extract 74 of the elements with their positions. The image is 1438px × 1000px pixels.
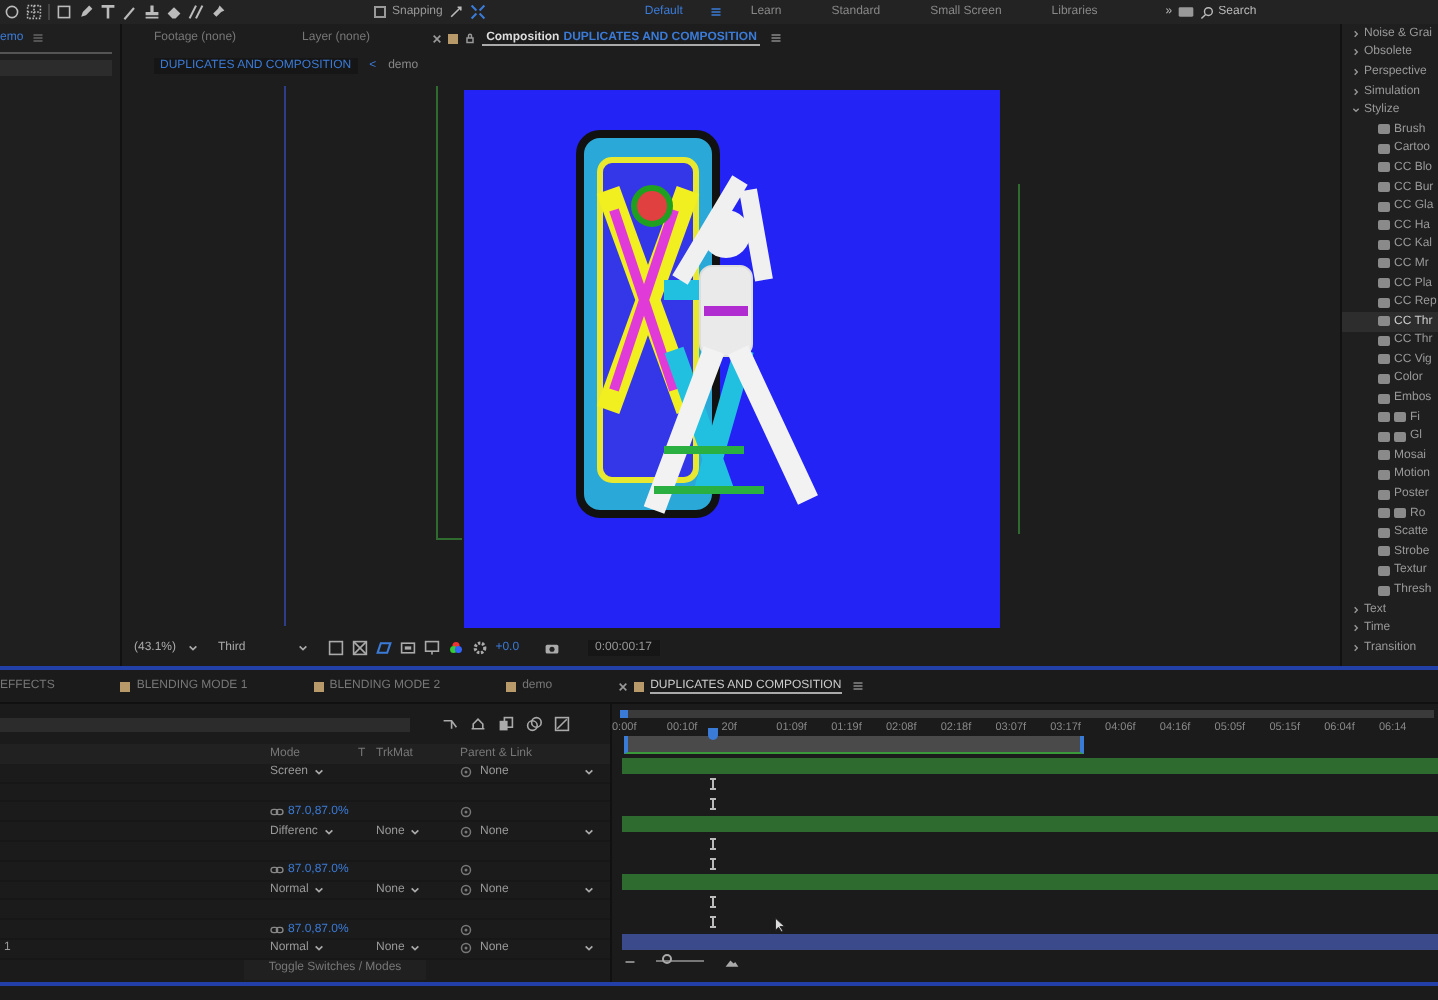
snap-icon[interactable] [448, 4, 465, 20]
expand-icon[interactable] [470, 4, 487, 20]
shy-icon[interactable] [470, 716, 486, 732]
close-icon[interactable] [618, 681, 629, 691]
composition-icon [313, 681, 324, 691]
chevron-icon [584, 827, 595, 836]
eraser-tool-icon[interactable] [166, 4, 182, 20]
rectangle-tool-icon[interactable] [56, 4, 72, 20]
chevron-icon [410, 827, 421, 836]
graph-editor-icon[interactable] [554, 716, 570, 732]
frame-blend-icon[interactable] [498, 716, 514, 732]
composition-icon [634, 681, 645, 691]
chevron-icon [297, 643, 308, 651]
keyframe-marker[interactable] [710, 857, 716, 870]
menu-icon[interactable] [710, 6, 723, 18]
chevron-icon [584, 885, 595, 894]
chevron-icon [323, 827, 334, 836]
chevron-icon [188, 643, 199, 651]
brush-tool-icon[interactable] [122, 4, 138, 20]
chevron-icon [314, 944, 325, 953]
link-icon[interactable] [270, 925, 284, 934]
graph-icon[interactable] [442, 716, 458, 732]
chevron-icon [584, 768, 595, 777]
region-icon[interactable] [327, 639, 344, 655]
work-area-bar[interactable] [624, 736, 1084, 754]
link-icon[interactable] [270, 866, 284, 875]
slider-thumb[interactable] [661, 954, 672, 965]
chevron-icon[interactable] [1352, 87, 1360, 96]
channels-icon[interactable] [447, 639, 464, 655]
rotate-tool-icon[interactable] [4, 4, 20, 20]
link-icon[interactable] [270, 807, 284, 816]
chevron-icon [314, 768, 325, 777]
snapping-checkbox[interactable] [374, 6, 386, 18]
close-icon[interactable] [432, 33, 443, 43]
chevron-icon[interactable] [1352, 624, 1360, 633]
composition-icon [120, 681, 131, 691]
stamp-tool-icon[interactable] [144, 4, 160, 20]
keyframe-marker[interactable] [710, 798, 716, 811]
chevron-icon[interactable] [1352, 643, 1360, 652]
gear-icon[interactable] [471, 639, 488, 655]
chevron-icon [584, 944, 595, 953]
chevron-icon [410, 944, 421, 953]
search-icon [1200, 5, 1215, 19]
grid-icon[interactable] [26, 4, 42, 20]
keyframe-marker[interactable] [710, 837, 716, 850]
chevron-icon[interactable] [1352, 67, 1360, 76]
transparency-grid-icon[interactable] [351, 639, 368, 655]
chevron-icon[interactable] [1352, 48, 1360, 57]
composition-icon [506, 681, 517, 691]
chevron-icon [410, 885, 421, 894]
accelerated-effect-icon [1378, 508, 1390, 519]
motion-blur-icon[interactable] [526, 716, 542, 732]
keyframe-marker[interactable] [710, 916, 716, 929]
lock-icon[interactable] [464, 32, 477, 44]
mask-icon[interactable] [375, 639, 392, 655]
chevron-icon[interactable] [1352, 29, 1360, 38]
keyframe-marker[interactable] [710, 778, 716, 791]
keyframe-marker[interactable] [710, 896, 716, 909]
mouse-cursor-icon [774, 916, 786, 934]
roto-brush-tool-icon[interactable] [188, 4, 204, 20]
display-icon[interactable] [1178, 4, 1195, 20]
camera-icon[interactable] [543, 639, 560, 655]
composition-icon [448, 33, 459, 43]
menu-icon[interactable] [851, 680, 864, 692]
pin-tool-icon[interactable] [210, 4, 226, 20]
snapshot-view-icon[interactable] [423, 639, 440, 655]
chevron-icon [314, 885, 325, 894]
pick-whip-icon[interactable] [460, 766, 472, 779]
chevron-icon[interactable] [1352, 605, 1360, 614]
pen-tool-icon[interactable] [78, 4, 94, 20]
zoom-out-icon[interactable] [624, 955, 636, 968]
safe-area-icon[interactable] [399, 639, 416, 655]
text-tool-icon[interactable] [100, 4, 116, 20]
menu-icon[interactable] [770, 32, 783, 44]
